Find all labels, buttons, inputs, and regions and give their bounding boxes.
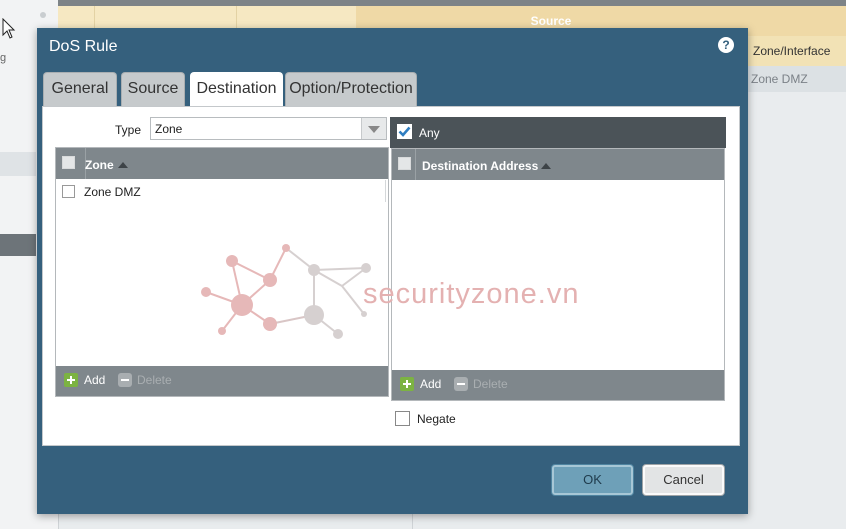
negate-label: Negate bbox=[417, 412, 456, 426]
zone-table-scrollbar[interactable] bbox=[385, 180, 386, 202]
negate-checkbox[interactable] bbox=[395, 411, 410, 426]
background-zone-interface-column: Zone/Interface bbox=[748, 36, 846, 66]
address-add-label: Add bbox=[420, 377, 442, 391]
add-icon bbox=[400, 377, 414, 391]
zone-column-header[interactable]: Zone bbox=[85, 158, 114, 172]
background-scroll-bar bbox=[0, 234, 36, 256]
sort-ascending-icon bbox=[118, 162, 128, 168]
cursor-icon bbox=[2, 17, 16, 43]
type-select[interactable]: Zone bbox=[150, 117, 387, 140]
destination-address-header: Destination Address bbox=[392, 149, 724, 180]
delete-icon bbox=[454, 377, 468, 391]
zone-table: Zone Zone DMZ Add Delete bbox=[55, 147, 389, 397]
type-label: Type bbox=[115, 123, 142, 137]
header-divider bbox=[415, 149, 416, 180]
tab-source[interactable]: Source bbox=[121, 72, 185, 106]
dialog-title: DoS Rule bbox=[49, 38, 118, 55]
select-all-zones-checkbox[interactable] bbox=[62, 156, 75, 169]
zone-table-footer: Add Delete bbox=[56, 366, 388, 396]
background-zone-dmz-cell: Zone DMZ bbox=[748, 66, 846, 92]
destination-address-footer: Add Delete bbox=[392, 370, 724, 400]
tab-destination[interactable]: Destination bbox=[190, 72, 283, 107]
zone-row-checkbox[interactable] bbox=[62, 185, 75, 198]
zone-add-label: Add bbox=[84, 373, 106, 387]
any-checkbox[interactable] bbox=[397, 124, 412, 139]
any-label: Any bbox=[419, 126, 440, 140]
dos-rule-dialog: DoS Rule ? General Source Destination Op… bbox=[37, 28, 748, 514]
zone-row-label: Zone DMZ bbox=[84, 185, 141, 199]
delete-icon bbox=[118, 373, 132, 387]
address-delete-label: Delete bbox=[473, 377, 508, 391]
destination-address-table: Destination Address Add Delete bbox=[391, 148, 725, 401]
select-all-addresses-checkbox[interactable] bbox=[398, 157, 411, 170]
type-select-value: Zone bbox=[155, 122, 183, 136]
tab-general[interactable]: General bbox=[43, 72, 117, 106]
tab-option-protection[interactable]: Option/Protection bbox=[285, 72, 417, 106]
sort-ascending-icon bbox=[541, 163, 551, 169]
help-icon[interactable]: ? bbox=[718, 37, 734, 53]
zone-table-header: Zone bbox=[56, 148, 388, 179]
dropdown-arrow-icon[interactable] bbox=[361, 118, 386, 139]
background-text-fragment: g bbox=[0, 52, 7, 64]
destination-tab-panel: Type Zone Zone Zone DMZ Add Delete Any D… bbox=[42, 106, 740, 446]
zone-delete-label: Delete bbox=[137, 373, 172, 387]
add-icon bbox=[64, 373, 78, 387]
destination-address-column-header[interactable]: Destination Address bbox=[422, 159, 538, 173]
cancel-button[interactable]: Cancel bbox=[642, 464, 725, 496]
ok-button[interactable]: OK bbox=[551, 464, 634, 496]
any-destination-bar[interactable]: Any bbox=[390, 117, 726, 148]
background-dot bbox=[40, 12, 46, 18]
zone-row[interactable]: Zone DMZ bbox=[56, 179, 386, 203]
background-highlight-row bbox=[0, 152, 36, 176]
